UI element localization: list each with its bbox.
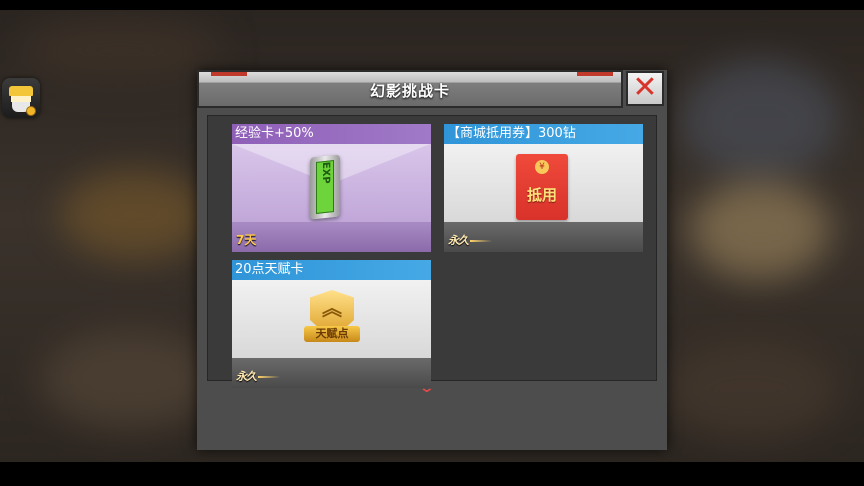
challenge-card-dialog: 幻影挑战卡 ✕ 经验卡+50% EXP 7天 【商城抵用券】300钻 ¥ 抵用 … (197, 70, 667, 450)
letterbox-top (0, 0, 864, 10)
reward-duration: 永久 (448, 232, 492, 248)
chevron-up-icon: ︽ (322, 296, 342, 320)
reward-card-title: 20点天赋卡 (232, 260, 431, 280)
scroll-down-arrow-icon[interactable]: ⌄ (419, 380, 435, 396)
exp-card-icon: EXP (310, 154, 340, 220)
reward-card-voucher[interactable]: 【商城抵用券】300钻 ¥ 抵用 永久 (444, 124, 643, 252)
hat-icon (9, 86, 33, 96)
red-packet-icon: ¥ 抵用 (516, 154, 568, 220)
dialog-title: 幻影挑战卡 (369, 82, 450, 100)
reward-card-exp[interactable]: 经验卡+50% EXP 7天 (232, 124, 431, 252)
close-button[interactable]: ✕ (626, 71, 664, 106)
game-app-icon[interactable] (2, 78, 40, 118)
reward-card-title: 经验卡+50% (232, 124, 431, 144)
reward-duration: 7天 (236, 233, 257, 247)
letterbox-bottom (0, 462, 864, 486)
reward-card-talent[interactable]: 20点天赋卡 ︽ 天赋点 永久 (232, 260, 431, 388)
reward-duration: 永久 (236, 368, 280, 384)
coin-icon (26, 106, 36, 116)
reward-card-title: 【商城抵用券】300钻 (444, 124, 643, 144)
dialog-header: 幻影挑战卡 (197, 70, 623, 108)
talent-badge-icon: ︽ 天赋点 (304, 290, 360, 352)
